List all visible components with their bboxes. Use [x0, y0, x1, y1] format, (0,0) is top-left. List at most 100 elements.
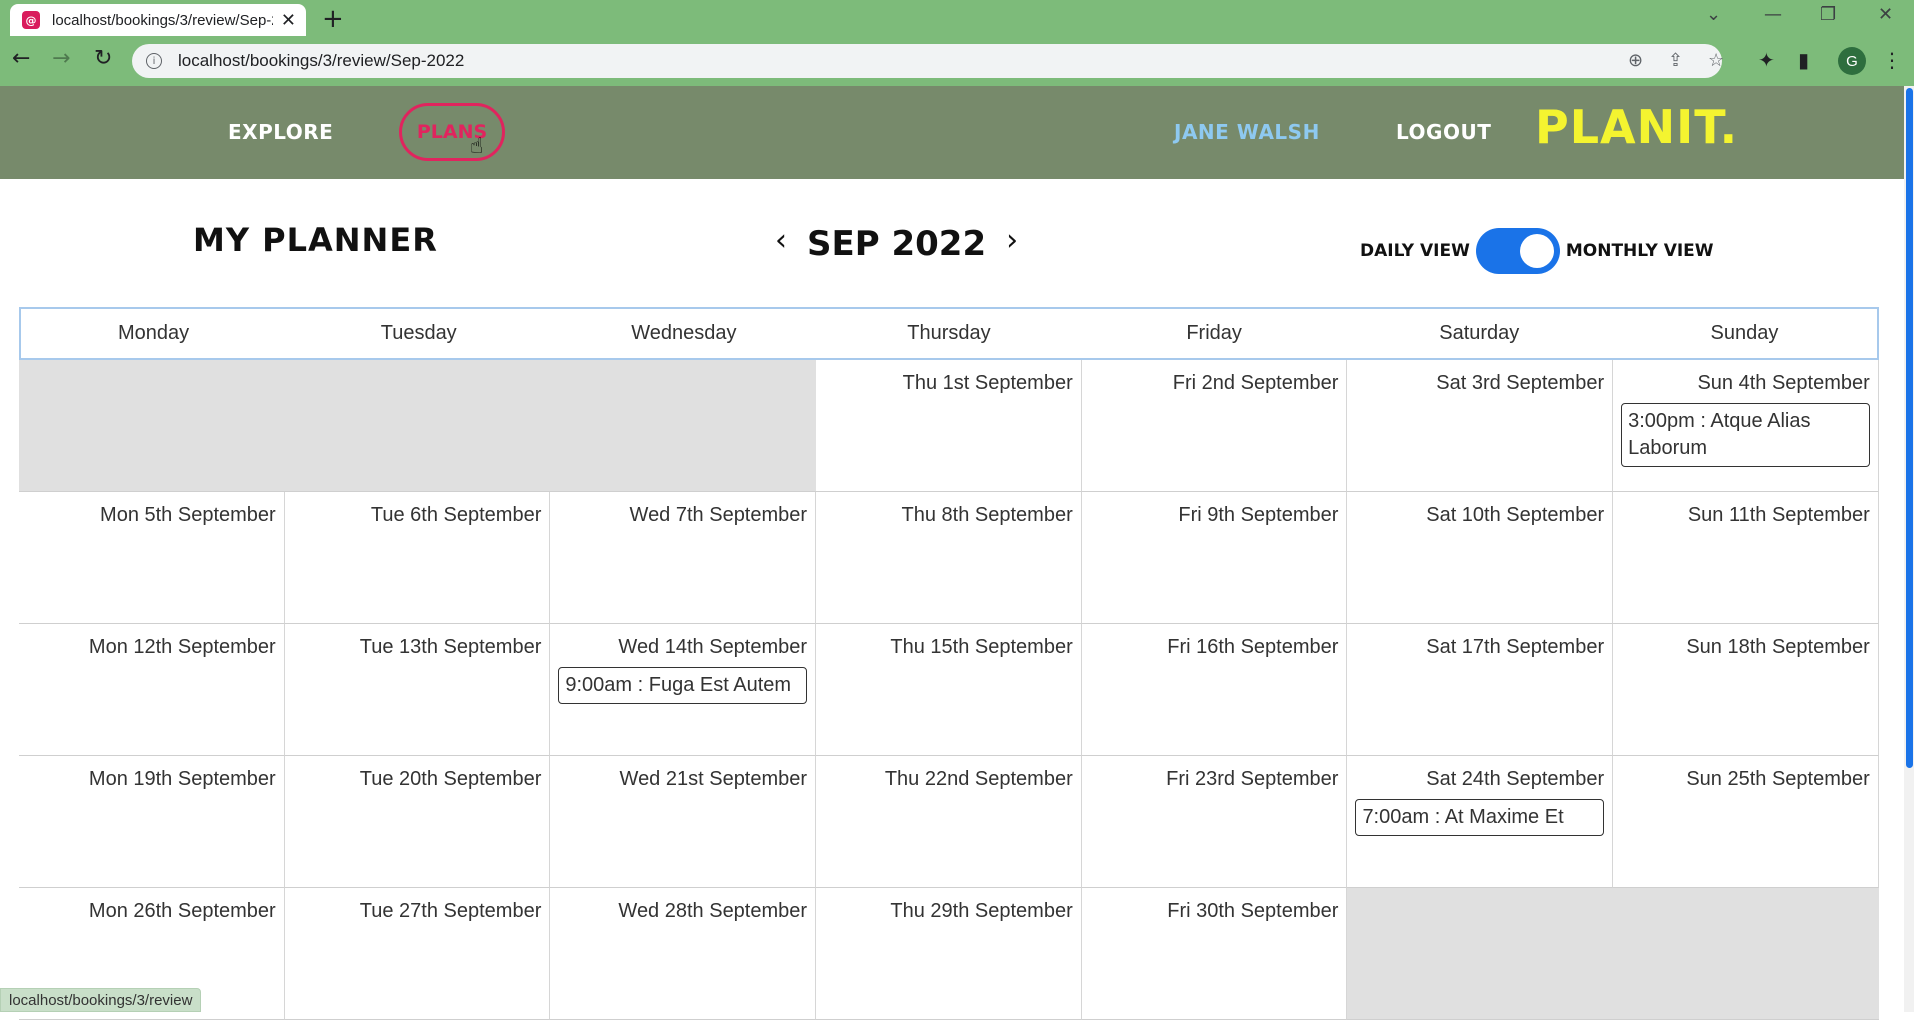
day-label: Thu 8th September [901, 504, 1073, 526]
next-month-icon[interactable]: › [1006, 223, 1018, 258]
nav-logout-link[interactable]: LOGOUT [1396, 120, 1491, 144]
day-label: Fri 30th September [1167, 900, 1339, 922]
profile-initial: G [1846, 52, 1858, 70]
calendar-day-cell[interactable]: Wed 14th September 9:00am : Fuga Est Aute… [550, 624, 817, 756]
prev-month-icon[interactable]: ‹ [775, 223, 787, 258]
toggle-knob [1519, 234, 1554, 268]
status-bar-url: localhost/bookings/3/review [0, 988, 202, 1012]
calendar-empty-cell [1347, 888, 1879, 1020]
calendar-day-cell[interactable]: Tue 6th September [284, 492, 551, 624]
site-favicon-icon: @ [22, 11, 40, 29]
calendar-day-cell[interactable]: Sun 25th September [1613, 756, 1879, 888]
profile-avatar[interactable]: G [1838, 47, 1866, 75]
day-label: Tue 20th September [359, 768, 542, 790]
calendar-day-cell[interactable]: Tue 13th September [284, 624, 551, 756]
calendar-day-cell[interactable]: Wed 28th September [550, 888, 817, 1020]
view-toggle-switch[interactable] [1475, 228, 1560, 274]
share-icon[interactable]: ⇪ [1668, 50, 1683, 71]
back-icon[interactable]: ← [12, 46, 30, 71]
weekday-label: Monday [117, 322, 190, 344]
day-label: Tue 6th September [370, 504, 542, 526]
weekday-label: Friday [1186, 322, 1242, 344]
day-label: Sun 25th September [1686, 768, 1870, 790]
calendar-day-cell[interactable]: Thu 1st September [816, 360, 1082, 492]
calendar-day-cell[interactable]: Mon 12th September [19, 624, 285, 756]
day-label: Mon 5th September [100, 504, 276, 526]
calendar-day-cell[interactable]: Sun 11th September [1613, 492, 1879, 624]
calendar-day-cell[interactable]: Thu 15th September [816, 624, 1082, 756]
address-bar[interactable]: i localhost/bookings/3/review/Sep-2022 ⊕… [132, 44, 1724, 78]
calendar-day-cell[interactable]: Sun 18th September [1613, 624, 1879, 756]
weekday-label: Sunday [1710, 322, 1779, 344]
zoom-icon[interactable]: ⊕ [1628, 50, 1643, 71]
month-navigator: ‹ SEP 2022 › [775, 216, 1018, 265]
calendar-day-cell[interactable]: Sat 17th September [1347, 624, 1614, 756]
view-toggle: DAILY VIEW MONTHLY VIEW [1360, 228, 1714, 274]
day-label: Wed 7th September [629, 504, 808, 526]
calendar-day-cell[interactable]: Fri 30th September [1081, 888, 1348, 1020]
calendar-day-cell[interactable]: Thu 8th September [816, 492, 1082, 624]
calendar-day-cell[interactable]: Fri 2nd September [1081, 360, 1348, 492]
calendar-day-cell[interactable]: Thu 29th September [816, 888, 1082, 1020]
calendar-day-cell[interactable]: Sat 3rd September [1347, 360, 1614, 492]
address-url[interactable]: localhost/bookings/3/review/Sep-2022 [178, 51, 464, 71]
booking-event[interactable]: 3:00pm : Atque Alias Laborum [1621, 403, 1870, 467]
day-label: Thu 15th September [890, 636, 1073, 658]
browser-toolbar: ← → ↻ i localhost/bookings/3/review/Sep-… [0, 36, 1914, 86]
planit-logo[interactable]: PLANIT. [1535, 100, 1738, 154]
extensions-icon[interactable]: ✦ [1758, 48, 1775, 72]
page-scrollbar-thumb[interactable] [1906, 88, 1913, 768]
calendar-day-cell[interactable]: Tue 27th September [284, 888, 551, 1020]
nav-user-link[interactable]: JANE WALSH [1174, 120, 1320, 144]
calendar-day-cell[interactable]: Mon 19th September [19, 756, 285, 888]
restore-icon[interactable]: ❐ [1820, 4, 1836, 25]
forward-icon[interactable]: → [52, 46, 70, 71]
browser-tab[interactable]: @ localhost/bookings/3/review/Sep-2022 ✕ [10, 4, 306, 36]
calendar-day-cell[interactable]: Sat 10th September [1347, 492, 1614, 624]
calendar-day-cell[interactable]: Mon 5th September [19, 492, 285, 624]
calendar-day-cell[interactable]: Fri 23rd September [1081, 756, 1348, 888]
day-label: Wed 21st September [619, 768, 808, 790]
nav-explore-link[interactable]: EXPLORE [228, 120, 333, 144]
calendar-month-grid: Thu 1st September Fri 2nd September Sat 3r… [19, 360, 1879, 1020]
calendar-day-cell[interactable]: Tue 20th September [284, 756, 551, 888]
new-tab-icon[interactable]: + [322, 4, 344, 34]
day-label: Wed 28th September [618, 900, 808, 922]
current-month-label: SEP 2022 [807, 224, 987, 264]
day-label: Fri 16th September [1167, 636, 1339, 658]
side-panel-icon[interactable]: ▮ [1798, 48, 1809, 72]
day-label: Fri 2nd September [1172, 372, 1339, 394]
weekday-label: Wednesday [631, 322, 737, 344]
close-window-icon[interactable]: ✕ [1878, 4, 1893, 25]
calendar-day-cell[interactable]: Sun 4th September 3:00pm : Atque Alias La… [1613, 360, 1879, 492]
browser-tabbar: @ localhost/bookings/3/review/Sep-2022 ✕… [0, 0, 1914, 36]
weekday-label: Thursday [907, 322, 991, 344]
minimize-icon[interactable]: — [1764, 4, 1782, 25]
daily-view-label: DAILY VIEW [1360, 241, 1470, 261]
pointer-cursor-icon: ☝ [470, 134, 484, 159]
reload-icon[interactable]: ↻ [94, 46, 112, 71]
calendar-day-cell[interactable]: Wed 7th September [550, 492, 817, 624]
booking-event[interactable]: 9:00am : Fuga Est Autem [558, 667, 808, 704]
menu-kebab-icon[interactable]: ⋮ [1882, 48, 1902, 72]
day-label: Mon 26th September [88, 900, 276, 922]
calendar-day-cell[interactable]: Fri 16th September [1081, 624, 1348, 756]
day-label: Sat 17th September [1426, 636, 1605, 658]
bookmark-star-icon[interactable]: ☆ [1708, 50, 1724, 71]
tab-title: localhost/bookings/3/review/Sep-2022 [52, 11, 273, 29]
calendar-day-cell[interactable]: Thu 22nd September [816, 756, 1082, 888]
site-info-icon[interactable]: i [146, 53, 162, 69]
day-label: Fri 9th September [1178, 504, 1339, 526]
day-label: Fri 23rd September [1166, 768, 1339, 790]
tab-search-icon[interactable]: ⌄ [1706, 4, 1721, 25]
day-label: Thu 22nd September [884, 768, 1073, 790]
monthly-view-label: MONTHLY VIEW [1565, 241, 1714, 261]
booking-event[interactable]: 7:00am : At Maxime Et [1355, 799, 1605, 836]
day-label: Tue 27th September [359, 900, 542, 922]
nav-plans-link[interactable]: PLANS [399, 103, 505, 161]
calendar-day-cell[interactable]: Sat 24th September 7:00am : At Maxime Et [1347, 756, 1614, 888]
day-label: Thu 1st September [902, 372, 1073, 394]
calendar-day-cell[interactable]: Fri 9th September [1081, 492, 1348, 624]
close-tab-icon[interactable]: ✕ [281, 10, 296, 31]
calendar-day-cell[interactable]: Wed 21st September [550, 756, 817, 888]
